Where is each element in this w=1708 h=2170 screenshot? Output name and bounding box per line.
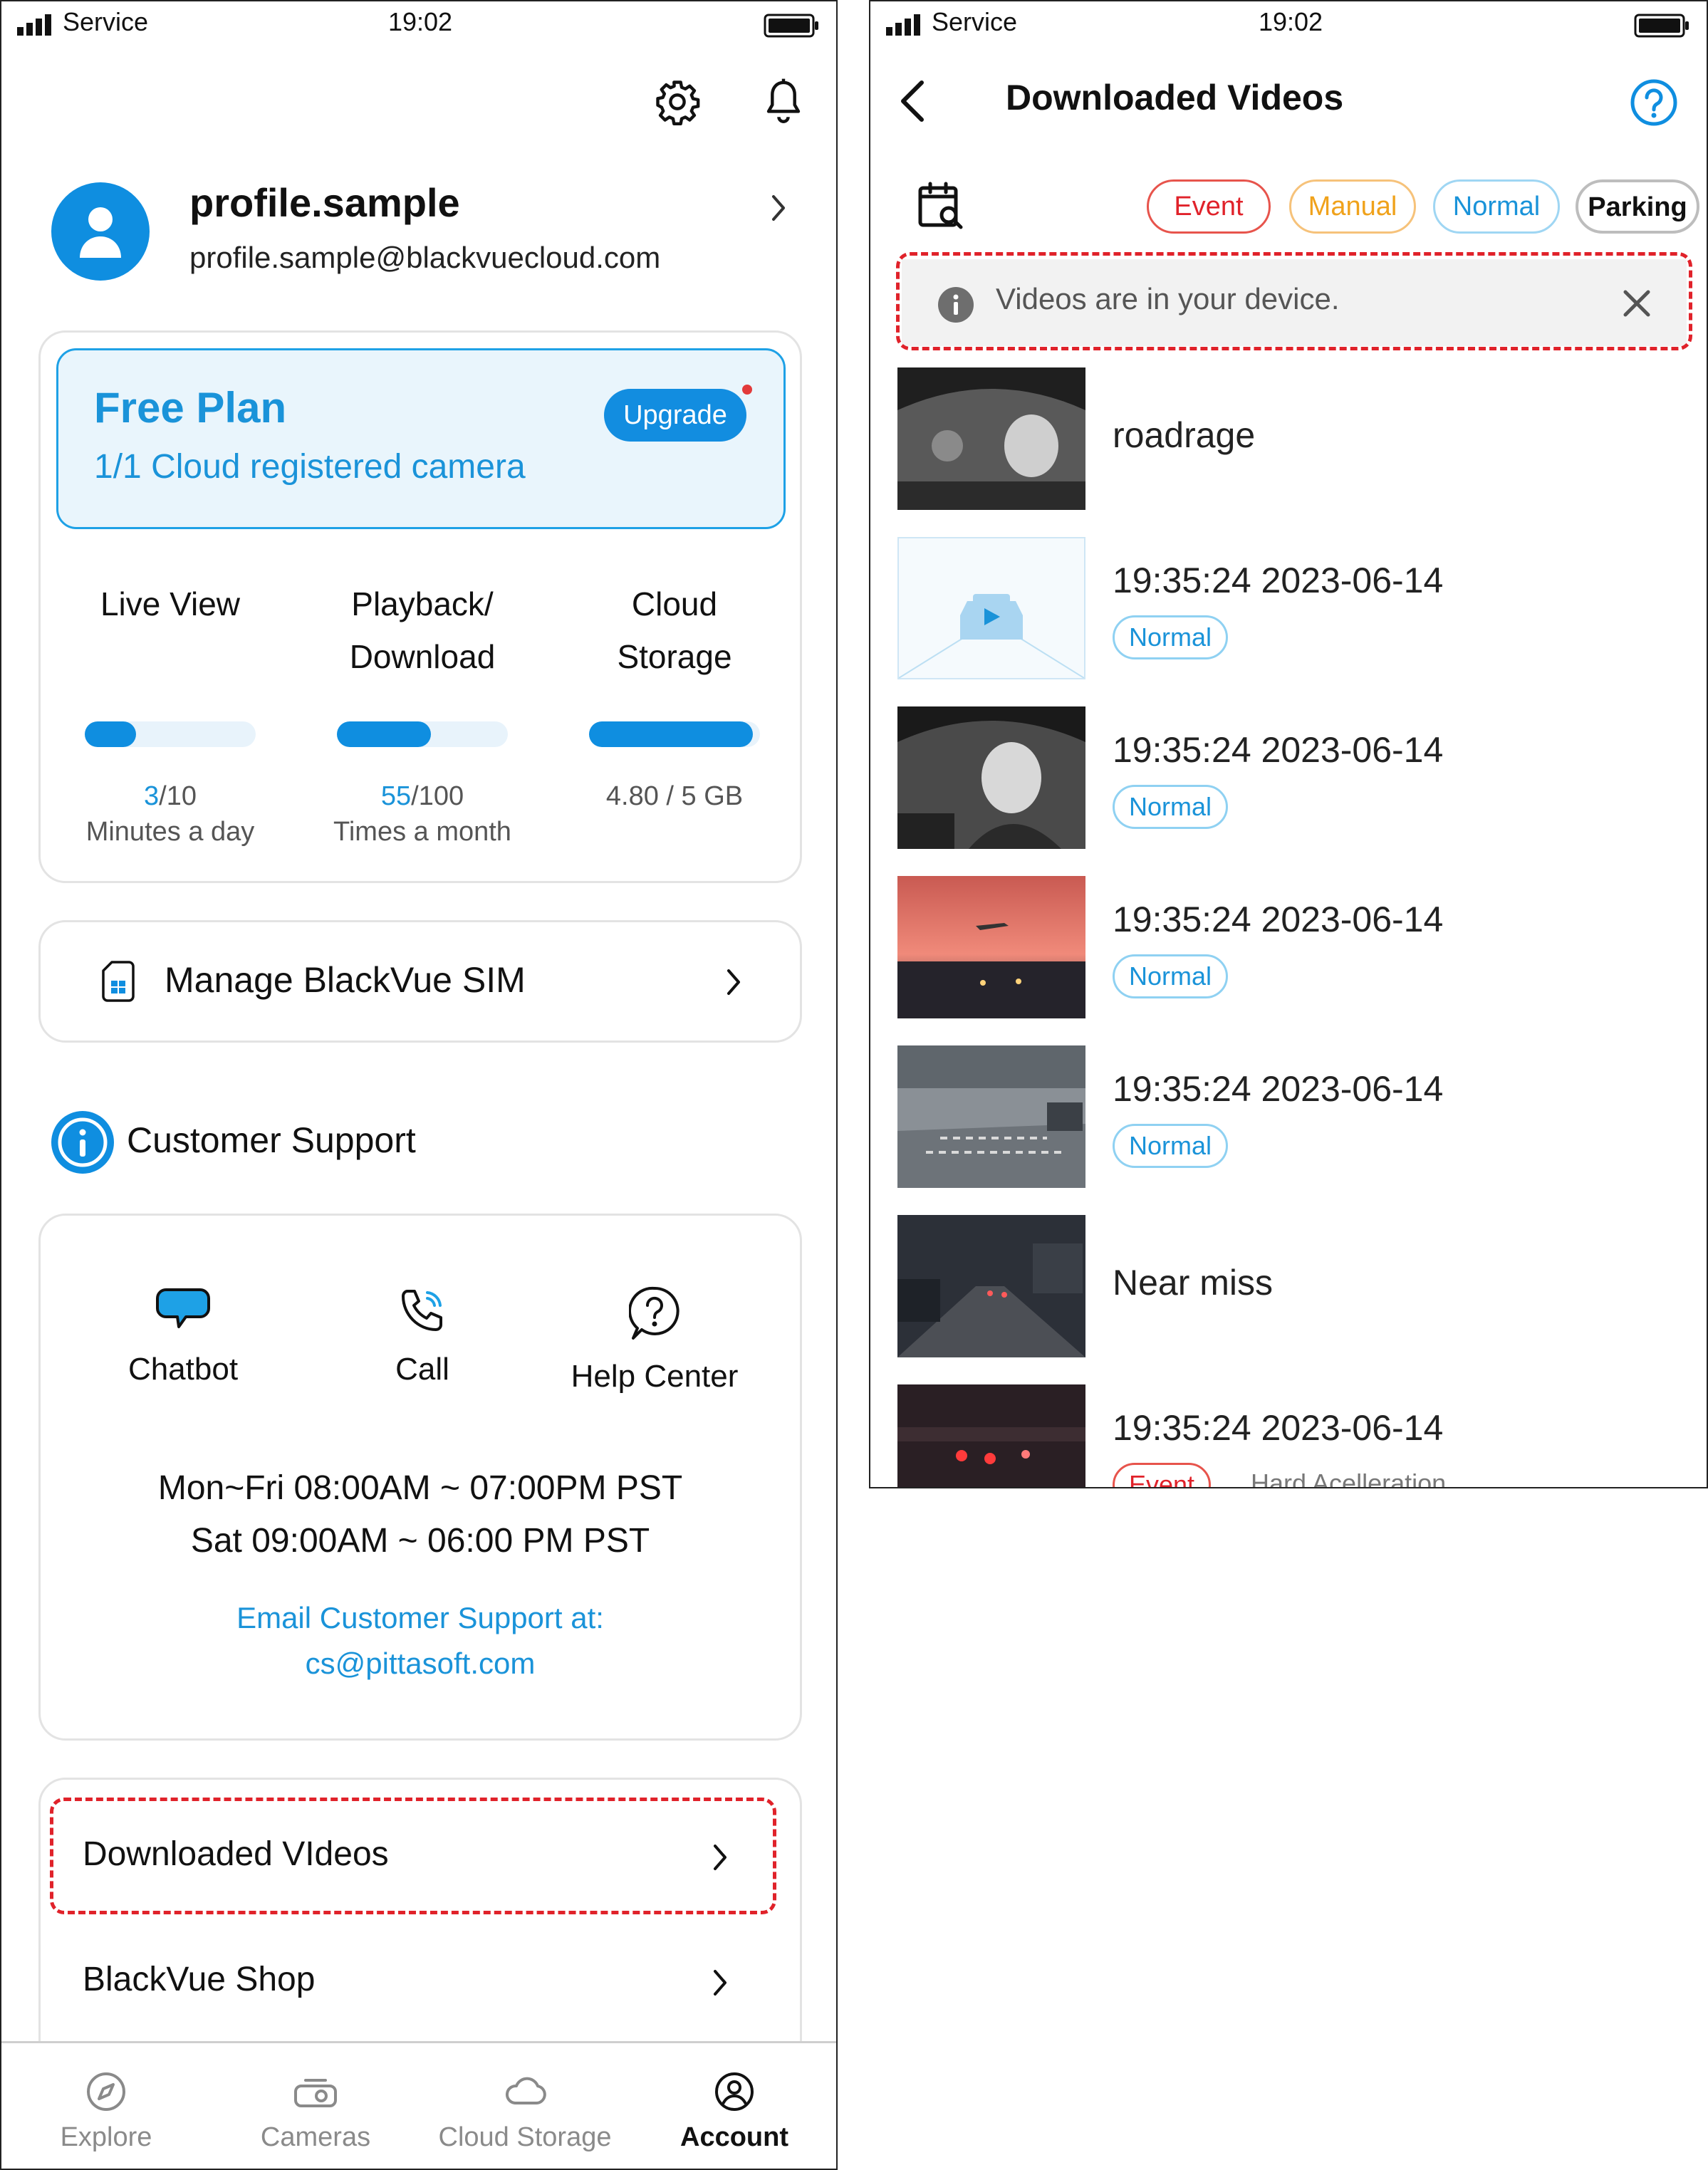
avatar[interactable] (51, 182, 150, 281)
video-badge-normal: Normal (1113, 954, 1229, 998)
chatbot-label: Chatbot (127, 1352, 239, 1387)
tab-cloud-storage-label: Cloud Storage (438, 2122, 612, 2152)
help-center-label: Help Center (571, 1359, 739, 1394)
thumbnail-image (897, 876, 1085, 1018)
usage-label-live-view: Live View (100, 585, 241, 622)
usage-bar-cloud-storage (589, 721, 760, 747)
email-support-address[interactable]: cs@pittasoft.com (1, 1647, 836, 1681)
hours-weekday: Mon~Fri 08:00AM ~ 07:00PM PST (157, 1469, 683, 1507)
profile-chevron-right-icon[interactable] (769, 192, 789, 224)
notification-dot (742, 385, 752, 395)
plan-box: Free Plan 1/1 Cloud registered camera Up… (56, 348, 786, 529)
cloud-icon (506, 2077, 546, 2104)
phone-call-icon (402, 1290, 442, 1331)
thumbnail-image (897, 367, 1085, 510)
plan-title: Free Plan (94, 384, 287, 432)
video-thumbnail[interactable] (897, 1045, 1085, 1188)
downloaded-videos-screen: Service 19:02 Downloaded Videos Event Ma… (869, 0, 1708, 1488)
customer-support-title: Customer Support (127, 1120, 416, 1160)
dashcam-icon (294, 2079, 337, 2107)
question-icon (628, 1286, 679, 1340)
menu-item-blackvue-shop[interactable]: BlackVue Shop (83, 1960, 315, 1999)
plan-usage-card: Free Plan 1/1 Cloud registered camera Up… (38, 330, 802, 883)
help-center-button[interactable]: Help Center (548, 1285, 761, 1394)
usage-unit-live-view: Minutes a day (85, 817, 255, 847)
upgrade-button[interactable]: Upgrade (604, 389, 746, 442)
email-support-label: Email Customer Support at: (236, 1601, 604, 1634)
usage-label-playback: Playback/Download (349, 585, 496, 675)
chevron-right-icon (727, 969, 740, 995)
usage-bar-live-view (85, 721, 256, 747)
tab-cloud-storage[interactable]: Cloud Storage (420, 2070, 630, 2153)
manage-sim-row[interactable]: Manage BlackVue SIM (38, 920, 802, 1043)
video-title[interactable]: Near miss (1113, 1262, 1273, 1303)
usage-bar-fill (337, 721, 431, 747)
account-circle-icon (715, 2072, 754, 2111)
usage-count-live-view: 3/10 (144, 781, 197, 811)
profile-name[interactable]: profile.sample (189, 179, 460, 226)
chevron-right-icon (714, 1845, 727, 1870)
call-label: Call (395, 1352, 449, 1387)
video-thumbnail[interactable] (897, 706, 1085, 849)
video-thumbnail[interactable] (897, 876, 1085, 1018)
bell-icon[interactable] (761, 77, 806, 125)
carrier-label: Service (63, 7, 149, 36)
tab-explore-label: Explore (60, 2122, 152, 2152)
user-icon (80, 207, 121, 258)
video-badge-normal: Normal (1113, 615, 1229, 659)
account-screen: Service 19:02 profile.sample profile.sam… (0, 0, 838, 2170)
plan-subtitle: 1/1 Cloud registered camera (94, 448, 526, 486)
gear-icon[interactable] (654, 78, 701, 125)
video-list: roadrage 19:35:24 2023-06-14 Normal 19:3… (870, 1, 1707, 1488)
usage-label-cloud-storage: Cloud Storage (617, 585, 732, 675)
menu-item-downloaded-videos[interactable]: Downloaded VIdeos (83, 1835, 389, 1874)
tab-cameras[interactable]: Cameras (211, 2070, 420, 2153)
hours-saturday: Sat 09:00AM ~ 06:00 PM PST (190, 1522, 650, 1560)
video-thumbnail-placeholder[interactable] (897, 537, 1085, 679)
video-title[interactable]: 19:35:24 2023-06-14 (1113, 729, 1443, 771)
video-badge-normal: Normal (1113, 785, 1229, 829)
video-event-type: Hard Acelleration (1251, 1469, 1447, 1488)
tab-cameras-label: Cameras (260, 2122, 371, 2152)
video-thumbnail[interactable] (897, 367, 1085, 510)
thumbnail-image (897, 1384, 1085, 1487)
video-title[interactable]: 19:35:24 2023-06-14 (1113, 1407, 1443, 1449)
video-badge-normal: Normal (1113, 1124, 1229, 1168)
video-title[interactable]: 19:35:24 2023-06-14 (1113, 560, 1443, 601)
usage-count-playback: 55/100 (380, 781, 464, 811)
video-thumbnail[interactable] (897, 1215, 1085, 1357)
profile-email: profile.sample@blackvuecloud.com (189, 241, 661, 274)
compass-icon (87, 2072, 125, 2111)
tab-account[interactable]: Account (630, 2070, 836, 2153)
usage-bar-fill (589, 721, 754, 747)
video-thumbnail[interactable] (897, 1384, 1085, 1487)
thumbnail-image (897, 1045, 1085, 1188)
chevron-right-icon (714, 1970, 727, 1996)
chat-bubble-icon (156, 1288, 210, 1328)
thumbnail-image (897, 1215, 1085, 1357)
car-video-placeholder-icon (899, 594, 1084, 678)
video-title[interactable]: 19:35:24 2023-06-14 (1113, 1068, 1443, 1110)
bottom-tab-bar: Explore Cameras Cloud Storage Account (1, 2041, 836, 2169)
info-icon (51, 1111, 114, 1174)
signal-icon (17, 14, 51, 36)
thumbnail-image (897, 706, 1085, 849)
usage-count-cloud-storage: 4.80 / 5 GB (605, 781, 744, 811)
sim-card-icon (102, 961, 135, 1002)
video-title[interactable]: 19:35:24 2023-06-14 (1113, 899, 1443, 940)
tab-account-label: Account (680, 2122, 788, 2152)
status-bar: Service 19:02 (1, 1, 836, 51)
usage-unit-playback: Times a month (333, 817, 511, 847)
call-button[interactable]: Call (316, 1285, 529, 1387)
usage-bar-fill (85, 721, 136, 747)
usage-bar-playback (337, 721, 508, 747)
tab-explore[interactable]: Explore (1, 2070, 211, 2153)
video-title[interactable]: roadrage (1113, 414, 1255, 456)
battery-icon (764, 14, 818, 38)
clock: 19:02 (387, 7, 453, 36)
chatbot-button[interactable]: Chatbot (76, 1285, 290, 1387)
manage-sim-label: Manage BlackVue SIM (165, 960, 526, 1000)
video-badge-event: Event (1113, 1463, 1212, 1487)
